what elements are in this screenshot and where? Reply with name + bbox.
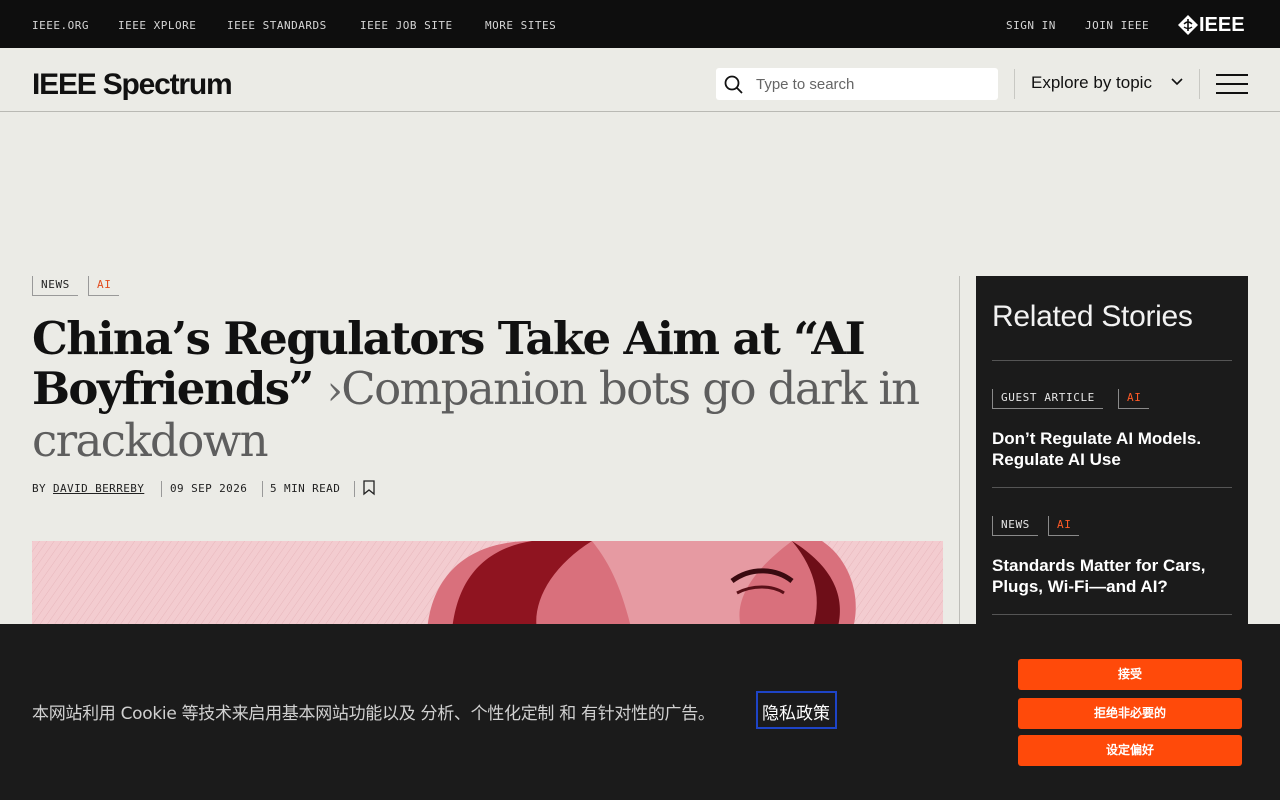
story-tag-ai[interactable]: AI [1118,389,1150,409]
sign-in-link[interactable]: SIGN IN [1006,19,1056,32]
related-stories-heading: Related Stories [992,300,1193,333]
hero-image [32,541,943,631]
related-story-link[interactable]: Don’t Regulate AI Models. Regulate AI Us… [992,428,1232,470]
search-input[interactable] [756,68,992,100]
privacy-policy-link[interactable]: 隐私政策 [756,691,837,729]
header-divider [1199,69,1200,99]
byline-prefix: BY [32,482,47,495]
spectrum-logo[interactable]: IEEE Spectrum [32,68,233,102]
set-preferences-button[interactable]: 设定偏好 [1018,735,1242,766]
ieee-logo[interactable]: IEEE [1178,14,1250,36]
related-stories-panel: Related Stories GUEST ARTICLE AI Don’t R… [976,276,1248,636]
topbar-link-more-sites[interactable]: MORE SITES [485,19,556,32]
article-headline: China’s Regulators Take Aim at “AI Boyfr… [32,314,932,466]
story-tag[interactable]: NEWS [992,516,1038,536]
search-icon [724,75,743,94]
sidebar-divider [992,614,1232,615]
author-link[interactable]: DAVID BERREBY [53,481,144,497]
story-tag-ai[interactable]: AI [1048,516,1080,536]
sidebar-divider [992,487,1232,488]
topbar-link-ieee-standards[interactable]: IEEE STANDARDS [227,19,327,32]
explore-label: Explore by topic [1031,73,1152,92]
search-box[interactable] [716,68,998,100]
top-utility-bar: IEEE.ORG IEEE XPLORE IEEE STANDARDS IEEE… [0,0,1280,48]
tag-ai[interactable]: AI [88,276,120,296]
explore-by-topic-button[interactable]: Explore by topic [1031,73,1183,93]
accept-button[interactable]: 接受 [1018,659,1242,690]
bookmark-icon[interactable] [362,480,376,496]
cookie-message: 本网站利用 Cookie 等技术来启用基本网站功能以及 分析、个性化定制 和 有… [32,704,715,724]
sidebar-divider [992,360,1232,361]
ieee-logo-text: IEEE [1199,14,1245,36]
header-divider [1014,69,1015,99]
read-time: 5 MIN READ [270,482,341,495]
ieee-diamond-icon [1178,15,1198,35]
story-tag[interactable]: GUEST ARTICLE [992,389,1103,409]
tag-news[interactable]: NEWS [32,276,78,296]
publish-date: 09 SEP 2026 [170,482,248,495]
chevron-down-icon [1171,78,1183,86]
topbar-link-ieee-job-site[interactable]: IEEE JOB SITE [360,19,453,32]
topbar-link-ieee-org[interactable]: IEEE.ORG [32,19,89,32]
related-story-link[interactable]: Standards Matter for Cars, Plugs, Wi-Fi—… [992,555,1232,597]
headline-separator: › [326,368,343,414]
topbar-link-ieee-xplore[interactable]: IEEE XPLORE [118,19,196,32]
column-divider [959,276,960,636]
join-ieee-link[interactable]: JOIN IEEE [1085,19,1149,32]
hero-illustration [32,541,943,631]
reject-nonessential-button[interactable]: 拒绝非必要的 [1018,698,1242,729]
site-header: IEEE Spectrum Explore by topic [0,48,1280,112]
cookie-banner: 本网站利用 Cookie 等技术来启用基本网站功能以及 分析、个性化定制 和 有… [0,624,1280,800]
menu-icon[interactable] [1216,74,1248,94]
